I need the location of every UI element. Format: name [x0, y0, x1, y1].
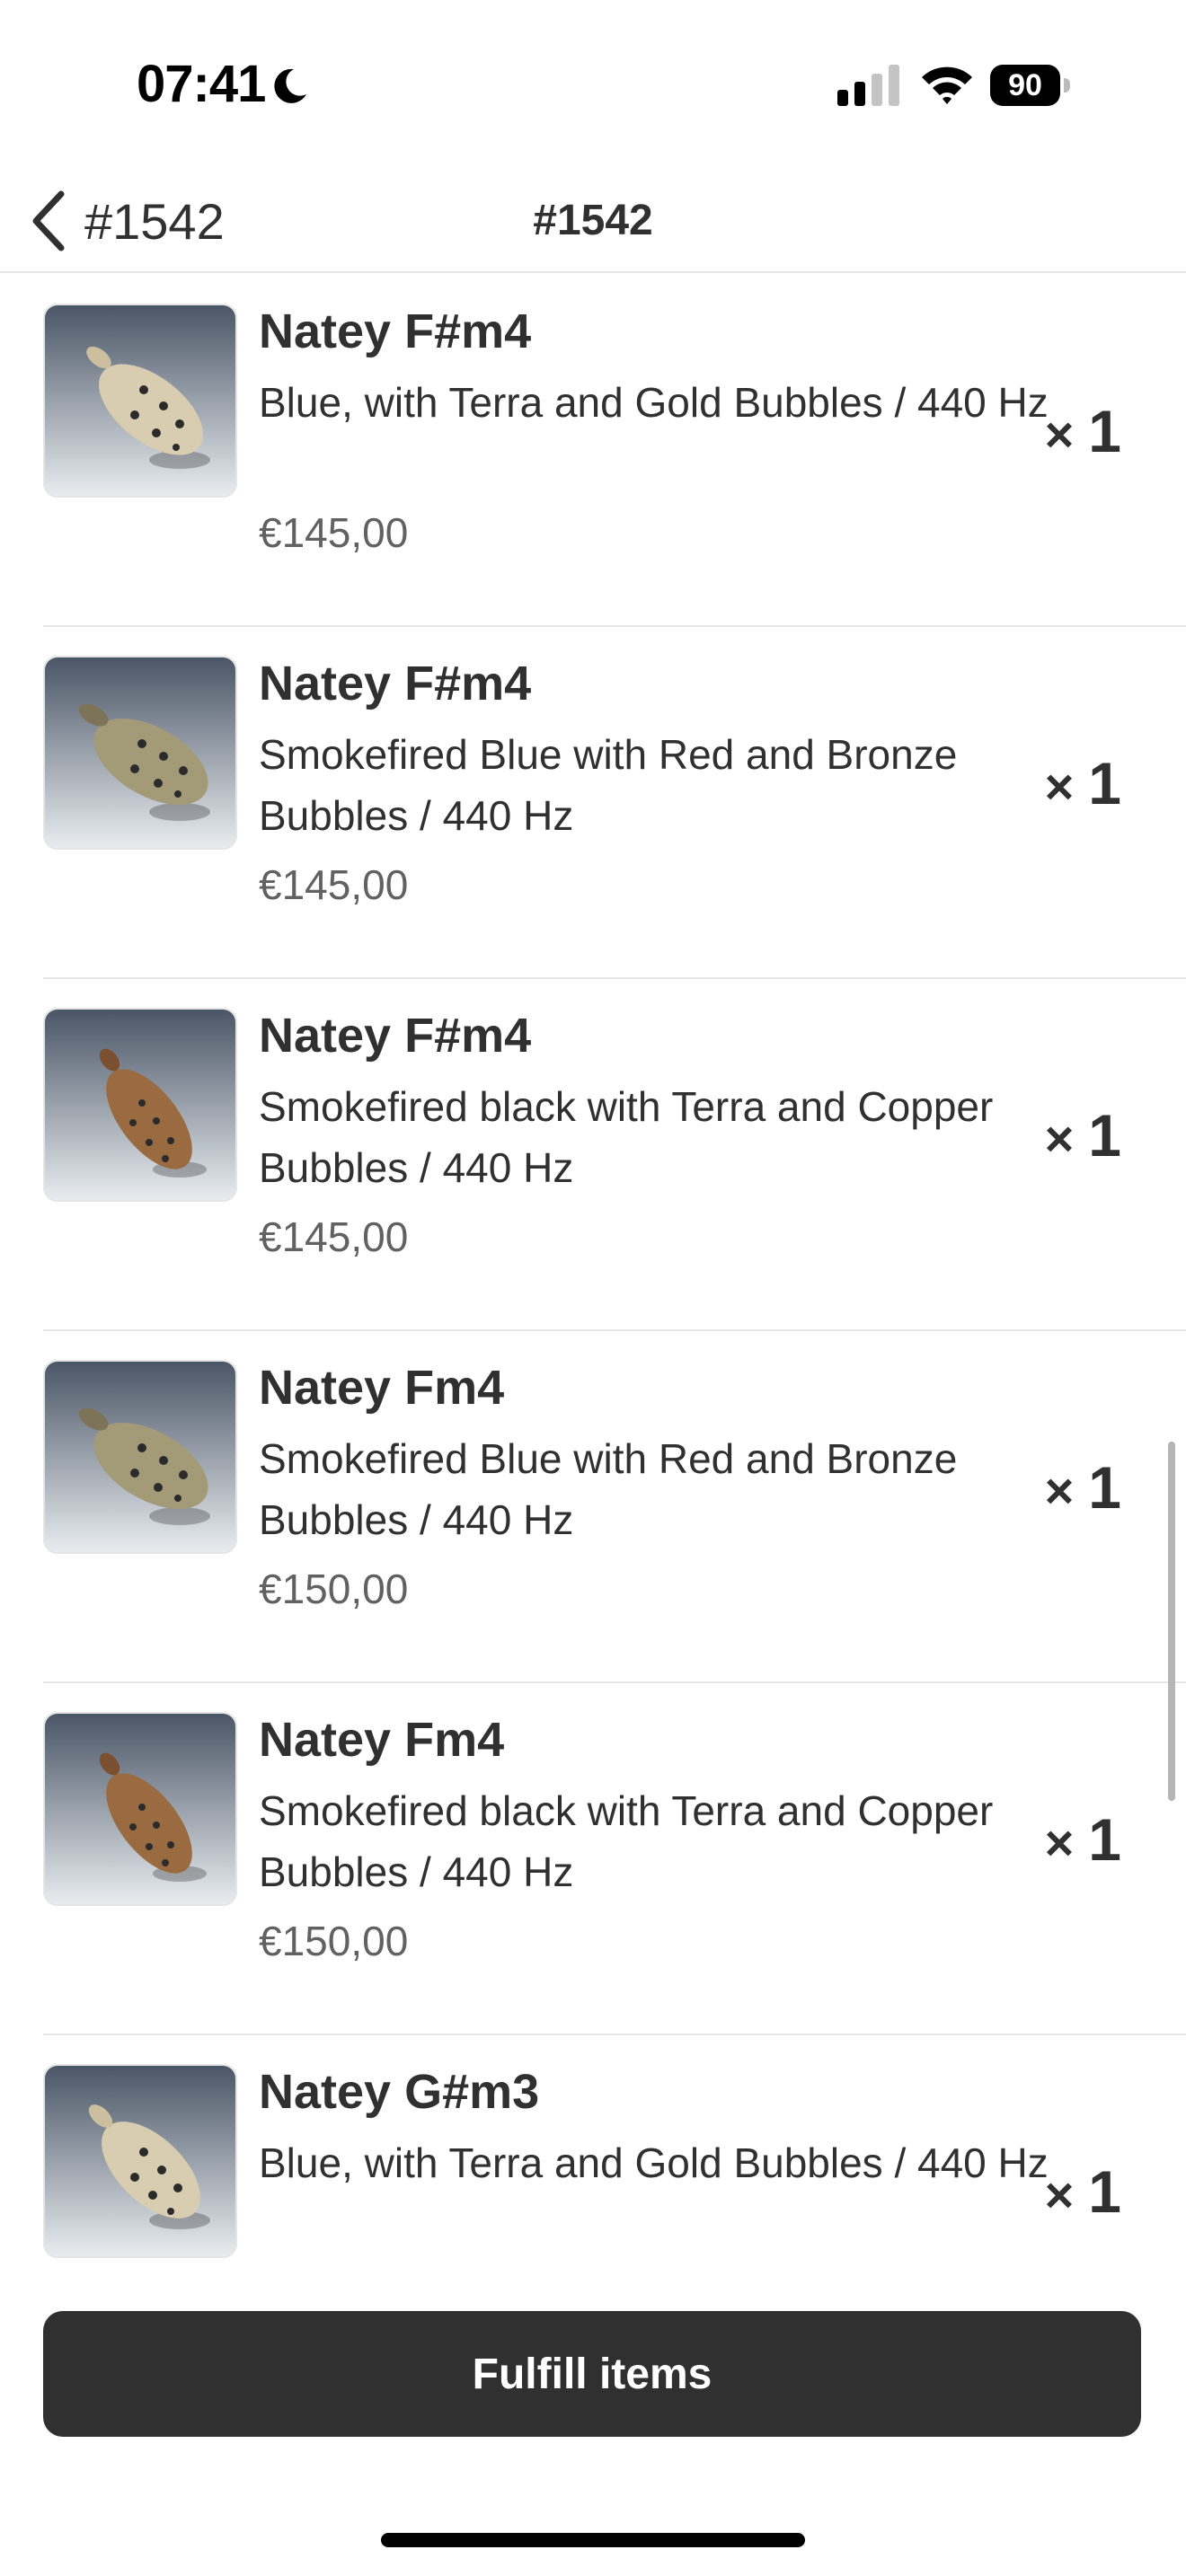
quantity-multiplier: ×	[1044, 1110, 1075, 1167]
quantity-value: 1	[1088, 1102, 1121, 1169]
product-thumbnail	[43, 1712, 237, 1906]
item-price: €150,00	[259, 1566, 409, 1612]
quantity-value: 1	[1088, 750, 1121, 816]
product-thumbnail	[43, 304, 237, 498]
quantity-value: 1	[1088, 398, 1121, 464]
ocarina-image	[45, 1362, 235, 1552]
ocarina-image	[45, 657, 235, 848]
item-price: €150,00	[259, 1918, 409, 1964]
ocarina-image	[45, 305, 235, 496]
home-indicator[interactable]	[381, 2533, 805, 2547]
line-item[interactable]: Natey Fm4 Smokefired black with Terra an…	[43, 1681, 1186, 2035]
page-title: #1542	[533, 197, 653, 244]
quantity-multiplier: ×	[1044, 1814, 1075, 1871]
item-name: Natey F#m4	[259, 304, 532, 358]
battery-level: 90	[1008, 68, 1042, 102]
quantity-value: 1	[1088, 1454, 1121, 1521]
item-quantity: × 1	[1045, 749, 1121, 817]
line-item[interactable]: Natey G#m3 Blue, with Terra and Gold Bub…	[43, 2033, 1186, 2258]
line-item[interactable]: Natey F#m4 Smokefired black with Terra a…	[43, 977, 1186, 1331]
item-variant: Smokefired black with Terra and Copper B…	[259, 1083, 994, 1191]
item-variant: Smokefired Blue with Red and Bronze Bubb…	[259, 1435, 958, 1543]
fulfill-items-button[interactable]: Fulfill items	[43, 2311, 1141, 2437]
item-name: Natey F#m4	[259, 1009, 532, 1063]
ocarina-image	[45, 1010, 235, 1200]
item-name: Natey Fm4	[259, 1361, 505, 1415]
product-thumbnail	[43, 1360, 237, 1554]
item-variant: Smokefired black with Terra and Copper B…	[259, 1787, 994, 1895]
line-items-list[interactable]: Natey F#m4 Blue, with Terra and Gold Bub…	[0, 273, 1186, 2258]
quantity-multiplier: ×	[1044, 2166, 1075, 2223]
item-quantity: × 1	[1045, 1453, 1121, 1522]
moon-icon	[274, 68, 306, 103]
item-name: Natey F#m4	[259, 657, 532, 710]
product-thumbnail	[43, 656, 237, 850]
ocarina-image	[45, 1714, 235, 1904]
item-variant: Blue, with Terra and Gold Bubbles / 440 …	[259, 379, 1049, 426]
cellular-signal-icon	[837, 65, 899, 106]
item-quantity: × 1	[1045, 1805, 1121, 1874]
line-item[interactable]: Natey Fm4 Smokefired Blue with Red and B…	[43, 1329, 1186, 1683]
quantity-multiplier: ×	[1044, 406, 1075, 463]
item-name: Natey G#m3	[259, 2065, 540, 2119]
quantity-multiplier: ×	[1044, 1462, 1075, 1519]
battery-indicator: 90	[990, 65, 1071, 106]
scrollbar[interactable]	[1168, 1442, 1175, 1801]
item-price: €145,00	[259, 1213, 409, 1260]
item-variant: Smokefired Blue with Red and Bronze Bubb…	[259, 731, 958, 839]
ocarina-image	[45, 2066, 235, 2256]
quantity-value: 1	[1088, 2158, 1121, 2225]
item-quantity: × 1	[1045, 1101, 1121, 1169]
line-item[interactable]: Natey F#m4 Smokefired Blue with Red and …	[43, 625, 1186, 979]
item-price: €145,00	[259, 861, 409, 908]
item-quantity: × 1	[1045, 397, 1121, 465]
item-name: Natey Fm4	[259, 1713, 505, 1767]
item-quantity: × 1	[1045, 2157, 1121, 2226]
status-time: 07:41	[137, 55, 266, 113]
status-bar: 07:41 90	[0, 0, 1186, 171]
item-price: €145,00	[259, 509, 409, 556]
battery-tip	[1064, 78, 1070, 93]
line-item[interactable]: Natey F#m4 Blue, with Terra and Gold Bub…	[43, 273, 1186, 627]
quantity-multiplier: ×	[1044, 758, 1075, 815]
wifi-icon	[922, 66, 972, 104]
product-thumbnail	[43, 1008, 237, 1202]
product-thumbnail	[43, 2064, 237, 2258]
item-variant: Blue, with Terra and Gold Bubbles / 440 …	[259, 2139, 1049, 2186]
quantity-value: 1	[1088, 1806, 1121, 1873]
nav-header: #1542 #1542	[0, 171, 1186, 273]
